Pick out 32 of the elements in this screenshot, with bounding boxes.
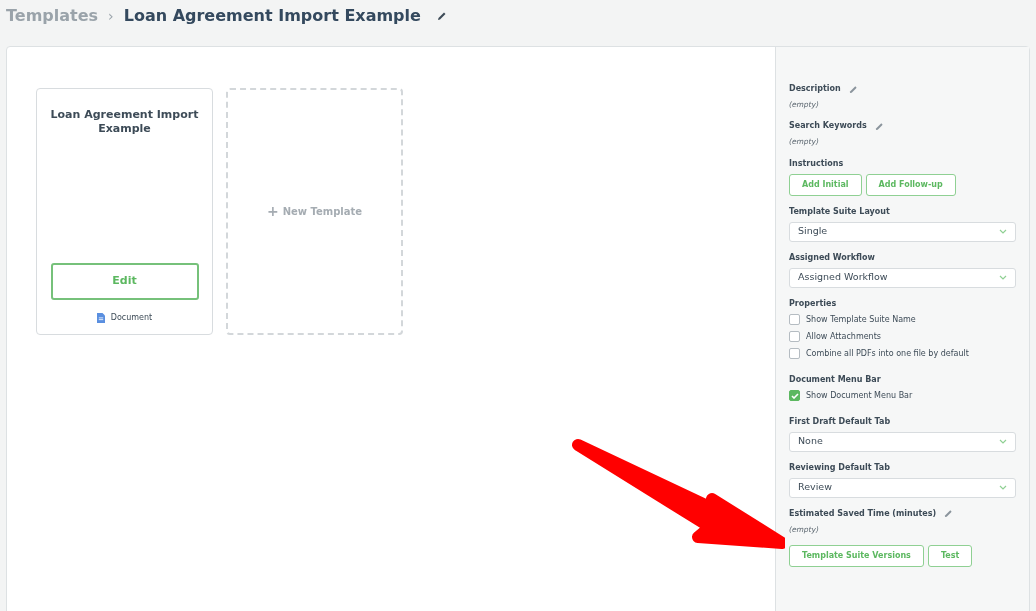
field-label: Template Suite Layout (789, 205, 890, 218)
page-title: Loan Agreement Import Example (123, 5, 421, 27)
field-label: Document Menu Bar (789, 373, 881, 386)
checkbox-option[interactable]: Show Document Menu Bar (789, 389, 1016, 402)
checkbox-option[interactable]: Allow Attachments (789, 330, 1016, 343)
chevron-down-icon (999, 439, 1007, 444)
select-field[interactable]: None (789, 431, 1016, 452)
template-title: Loan Agreement Import Example (50, 108, 199, 137)
pencil-icon[interactable] (436, 11, 447, 21)
select-field[interactable]: Assigned Workflow (789, 267, 1016, 288)
checkbox-option[interactable]: Combine all PDFs into one file by default (789, 347, 1016, 360)
field-label: Instructions (789, 157, 844, 170)
document-icon (96, 313, 105, 323)
chevron-down-icon (999, 229, 1007, 234)
checkbox-option[interactable]: Show Template Suite Name (789, 313, 1016, 326)
field-label: Properties (789, 297, 837, 310)
checkbox[interactable] (789, 390, 800, 401)
document-type-label: Document (110, 312, 153, 324)
field-label: Assigned Workflow (789, 251, 875, 264)
checkbox[interactable] (789, 314, 800, 325)
field-label: Reviewing Default Tab (789, 461, 890, 474)
breadcrumb-separator: › (108, 6, 114, 26)
chevron-down-icon (999, 485, 1007, 490)
select-field[interactable]: Review (789, 477, 1016, 498)
checkbox[interactable] (789, 331, 800, 342)
checkbox[interactable] (789, 348, 800, 359)
field-label: Estimated Saved Time (minutes) (789, 507, 937, 520)
field-label: Description (789, 83, 841, 95)
field-label: Search Keywords (789, 120, 867, 133)
field-label: First Draft Default Tab (789, 415, 891, 428)
chevron-down-icon (999, 275, 1007, 280)
select-field[interactable]: Single (789, 221, 1016, 242)
